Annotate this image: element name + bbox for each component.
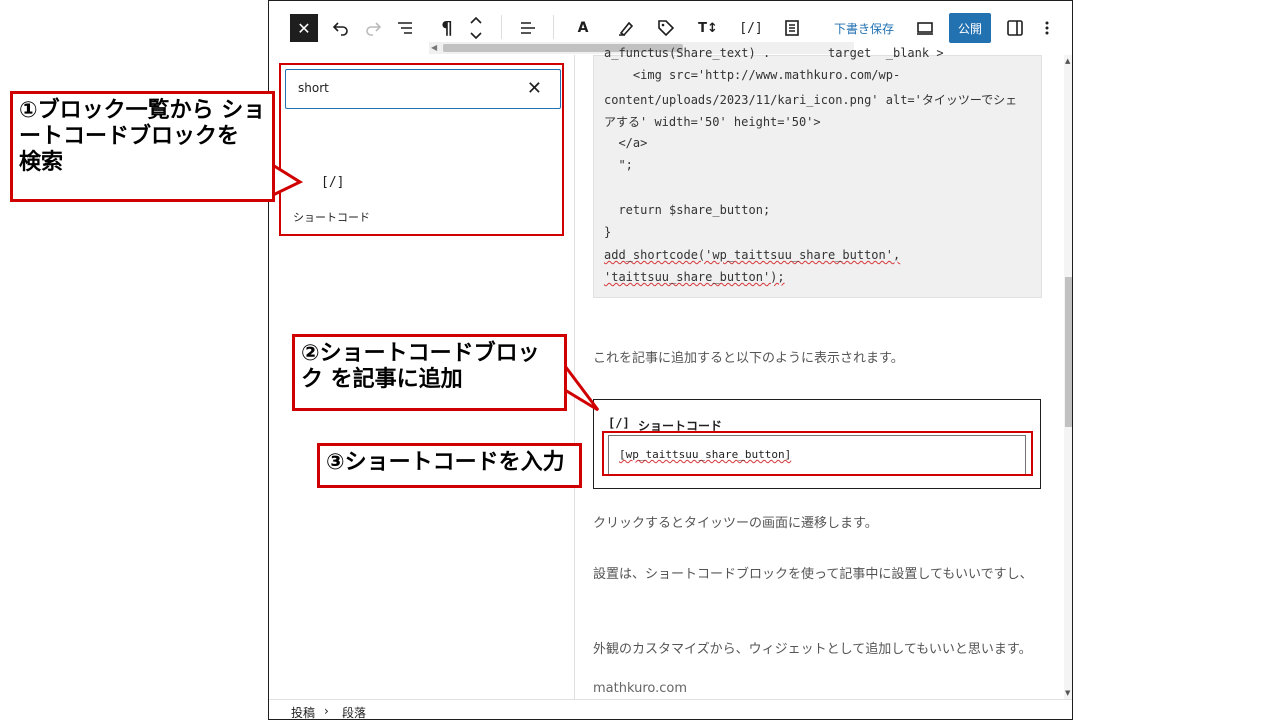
shortcode-icon: [/]: [739, 20, 763, 36]
tag-icon: [658, 20, 675, 37]
code-block[interactable]: a_functus(Share_text) . target _blank > …: [593, 46, 1042, 298]
callout-1: ①ブロック一覧から ショートコードブロックを 検索: [10, 91, 275, 202]
breadcrumb-post[interactable]: 投稿: [291, 704, 315, 719]
block-breadcrumb: 投稿 › 段落: [269, 699, 1072, 719]
inserter-highlight-box: [279, 63, 564, 236]
callout-3: ③ショートコードを入力: [317, 443, 582, 488]
toolbar-separator: [501, 15, 502, 39]
save-draft-button[interactable]: 下書き保存: [829, 12, 899, 44]
code-line: a_functus(Share_text) . target _blank >: [604, 46, 944, 60]
code-line: アする' width='50' height='50'>: [604, 115, 821, 129]
site-watermark: mathkuro.com: [593, 681, 688, 696]
paragraph[interactable]: これを記事に追加すると以下のように表示されます。: [593, 346, 1043, 372]
page-button[interactable]: [781, 12, 803, 44]
font-icon: A: [577, 20, 589, 36]
highlight-button[interactable]: [615, 12, 637, 44]
code-line: 'taittsuu_share_button');: [604, 270, 785, 284]
text-format-button[interactable]: A: [573, 12, 593, 44]
paragraph[interactable]: 設置は、ショートコードブロックを使って記事中に設置してもいいですし、: [593, 562, 1043, 588]
move-block-buttons[interactable]: [467, 12, 485, 44]
redo-icon: [366, 22, 382, 36]
paragraph-icon: ¶: [441, 17, 453, 39]
shortcode-toolbar-button[interactable]: [/]: [739, 12, 763, 44]
paragraph[interactable]: クリックするとタイッツーの画面に遷移します。: [593, 511, 1043, 537]
code-line: }: [604, 225, 612, 239]
shortcode-icon: [/]: [608, 416, 630, 430]
preview-button[interactable]: [913, 12, 937, 44]
scroll-up-icon: ▲: [1065, 57, 1071, 65]
document-icon: [785, 20, 799, 36]
code-line: content/uploads/2023/11/kari_icon.png' a…: [604, 93, 1018, 107]
scroll-down-icon: ▼: [1065, 689, 1071, 697]
shortcode-input-highlight-box: [602, 431, 1033, 476]
paragraph[interactable]: 外観のカスタマイズから、ウィジェットとして追加してもいいと思います。: [593, 637, 1043, 663]
desktop-preview-icon: [917, 22, 933, 35]
code-line: return $share_button;: [604, 203, 771, 217]
toolbar-separator: [553, 15, 554, 39]
redo-button[interactable]: [361, 12, 385, 44]
marker-icon: [619, 21, 634, 37]
list-view-icon: [398, 22, 412, 34]
close-icon: ✕: [297, 18, 311, 38]
close-inserter-button[interactable]: ✕: [290, 14, 318, 42]
text-size-icon: T↕: [698, 20, 718, 36]
undo-icon: [332, 22, 348, 36]
code-line: ";: [604, 158, 633, 172]
code-line: add_shortcode('wp_taittsuu_share_button'…: [604, 248, 901, 262]
document-overview-button[interactable]: [393, 12, 417, 44]
font-size-button[interactable]: T↕: [697, 12, 719, 44]
tag-button[interactable]: [655, 12, 677, 44]
scroll-left-icon: ◀: [431, 43, 438, 52]
paragraph-block-button[interactable]: ¶: [437, 12, 457, 44]
options-menu-button[interactable]: [1039, 12, 1055, 44]
breadcrumb-separator-icon: ›: [324, 704, 329, 718]
vertical-scrollbar[interactable]: ▲ ▼: [1064, 55, 1072, 699]
move-up-down-icon: [470, 16, 482, 40]
align-left-icon: [521, 22, 535, 34]
vertical-scroll-thumb[interactable]: [1065, 277, 1072, 427]
publish-button[interactable]: 公開: [949, 13, 991, 43]
undo-button[interactable]: [329, 12, 353, 44]
callout-2: ②ショートコードブロック を記事に追加: [292, 334, 567, 411]
code-line: </a>: [604, 136, 648, 150]
settings-sidebar-button[interactable]: [1003, 12, 1027, 44]
align-button[interactable]: [517, 12, 539, 44]
sidebar-icon: [1007, 20, 1023, 36]
editor-canvas: a_functus(Share_text) . target _blank > …: [576, 46, 1064, 699]
more-vertical-icon: [1045, 21, 1049, 35]
breadcrumb-paragraph[interactable]: 段落: [342, 704, 366, 719]
code-line: <img src='http://www.mathkuro.com/wp-: [604, 68, 901, 82]
